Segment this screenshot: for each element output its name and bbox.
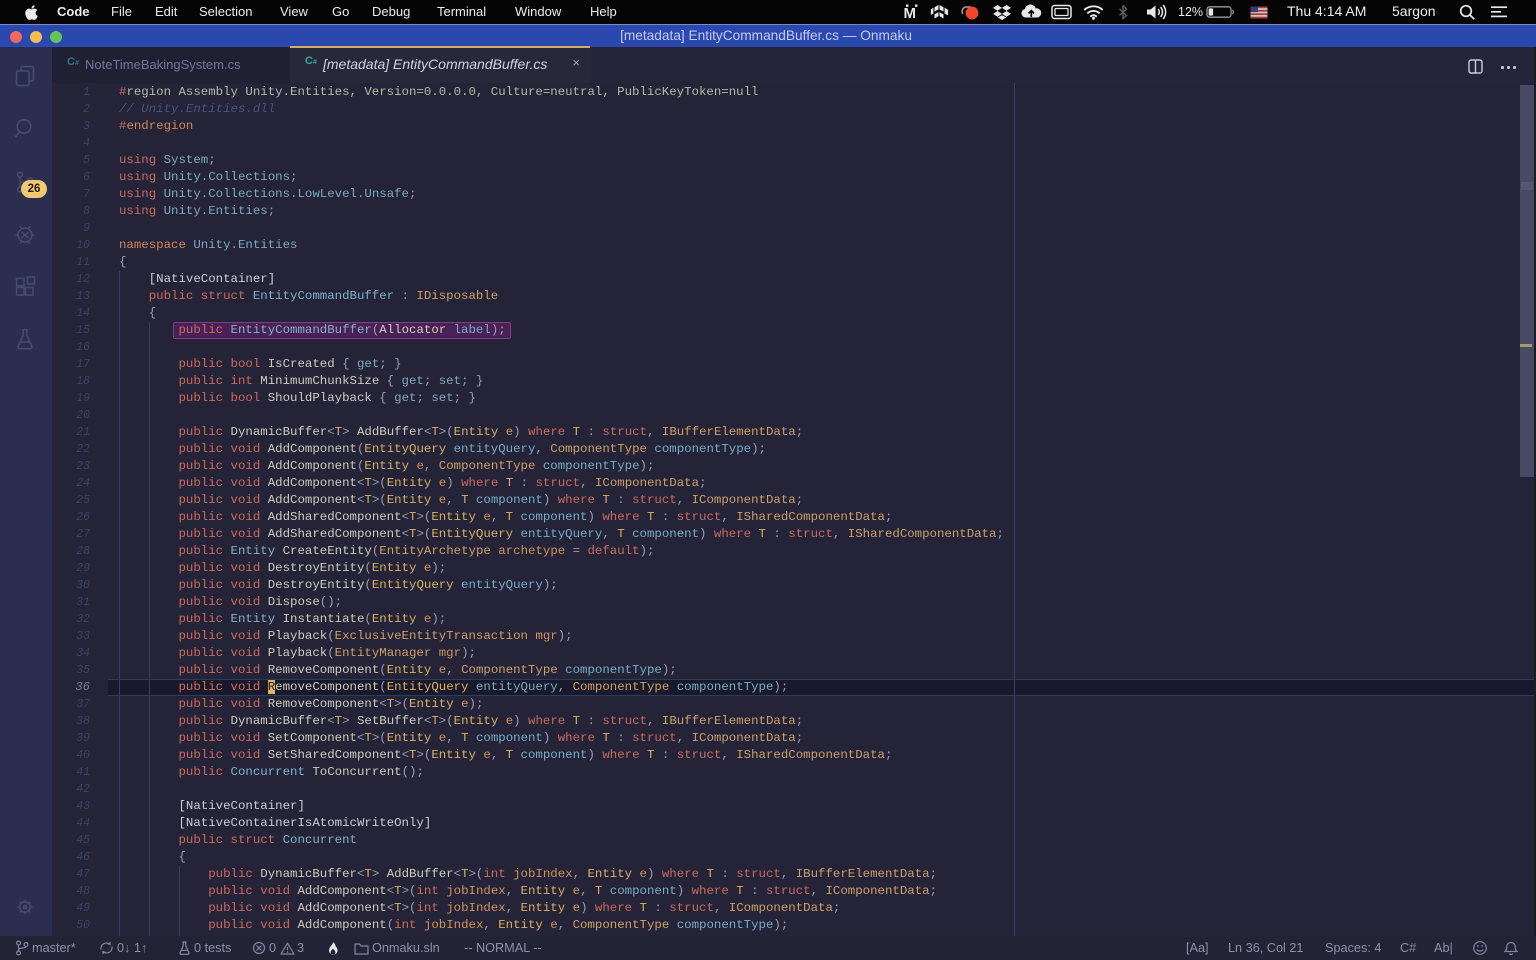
svg-text:M: M <box>904 5 917 20</box>
